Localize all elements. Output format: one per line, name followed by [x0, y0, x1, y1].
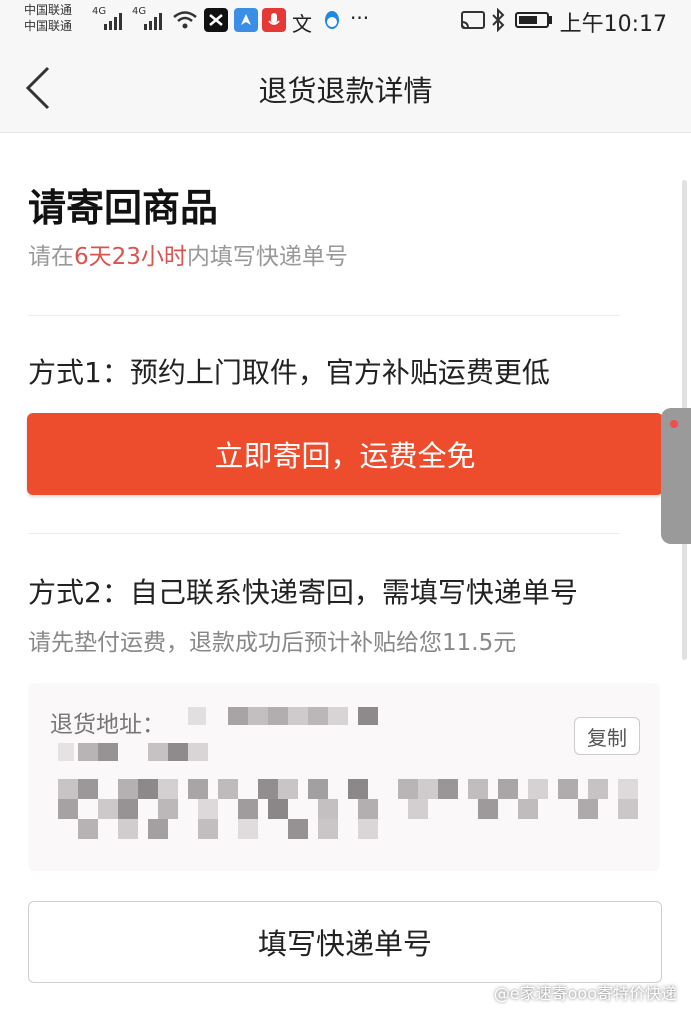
carrier-2: 中国联通: [24, 19, 73, 33]
redacted-address-line-1: [188, 707, 388, 727]
signal-icon: [104, 13, 122, 30]
redacted-address-line-2: [58, 743, 218, 763]
status-bar: 中国联通 中国联通 4G 4G 文 ··· 上午10:17: [0, 0, 691, 44]
copy-address-button[interactable]: 复制: [574, 717, 640, 755]
redacted-address-line-3: [58, 779, 648, 859]
floating-side-handle[interactable]: [661, 408, 691, 544]
carrier-info: 中国联通 中国联通: [24, 2, 72, 34]
method-2-title: 方式2：自己联系快递寄回，需填写快递单号: [28, 576, 578, 609]
nav-bar: 退货退款详情: [0, 44, 691, 133]
clock: 上午10:17: [559, 12, 667, 37]
more-icon: ···: [350, 6, 370, 30]
shipping-subsidy-note: 请先垫付运费，退款成功后预计补贴给您11.5元: [28, 630, 517, 656]
send-back-free-button[interactable]: 立即寄回，运费全免: [27, 413, 663, 495]
signal-icon: [144, 13, 162, 30]
fill-tracking-number-button[interactable]: 填写快递单号: [28, 901, 662, 983]
bluetooth-icon: [492, 8, 505, 32]
maps-icon: [234, 8, 258, 32]
section-heading: 请寄回商品: [28, 186, 219, 230]
return-detail-card: 请寄回商品 请在6天23小时内填写快递单号 方式1：预约上门取件，官方补贴运费更…: [0, 133, 691, 1018]
address-label: 退货地址：: [50, 712, 165, 738]
translate-icon: 文: [292, 12, 312, 36]
page-title: 退货退款详情: [258, 74, 433, 108]
wifi-icon: [173, 11, 197, 29]
mic-icon: [262, 8, 286, 32]
capcut-icon: [204, 8, 228, 32]
method-1-title: 方式1：预约上门取件，官方补贴运费更低: [28, 356, 550, 389]
cast-icon: [461, 11, 485, 29]
watermark: @e家速寄ooo寄特价快递: [493, 984, 677, 1003]
divider: [28, 533, 620, 534]
deadline-pre: 请在: [28, 244, 74, 270]
divider: [28, 315, 620, 316]
deadline-subtitle: 请在6天23小时内填写快递单号: [28, 237, 348, 271]
deadline-time: 6天23小时: [74, 244, 187, 270]
notification-dot-icon: [670, 420, 678, 428]
qq-icon: [325, 11, 339, 29]
carrier-1: 中国联通: [24, 3, 73, 17]
deadline-post: 内填写快递单号: [186, 244, 348, 270]
battery-icon: [515, 12, 549, 28]
return-address-box: 退货地址： 复制: [28, 683, 660, 871]
